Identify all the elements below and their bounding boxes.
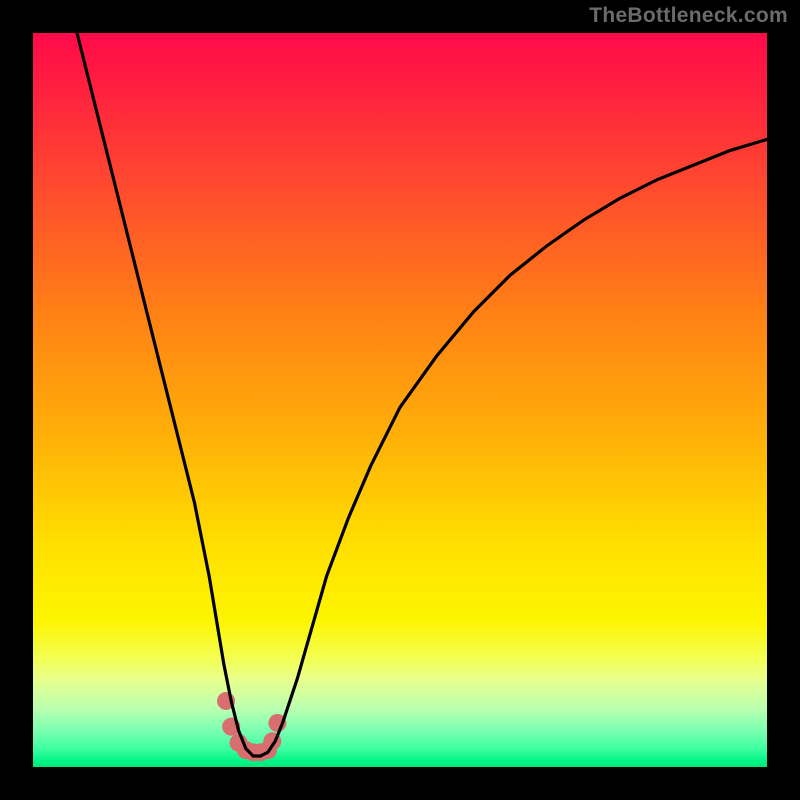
- watermark-text: TheBottleneck.com: [589, 4, 788, 28]
- plot-area: [33, 33, 767, 767]
- marker-series: [217, 692, 286, 761]
- chart-overlay: [33, 33, 767, 767]
- bottleneck-curve: [77, 33, 767, 756]
- chart-frame: TheBottleneck.com: [0, 0, 800, 800]
